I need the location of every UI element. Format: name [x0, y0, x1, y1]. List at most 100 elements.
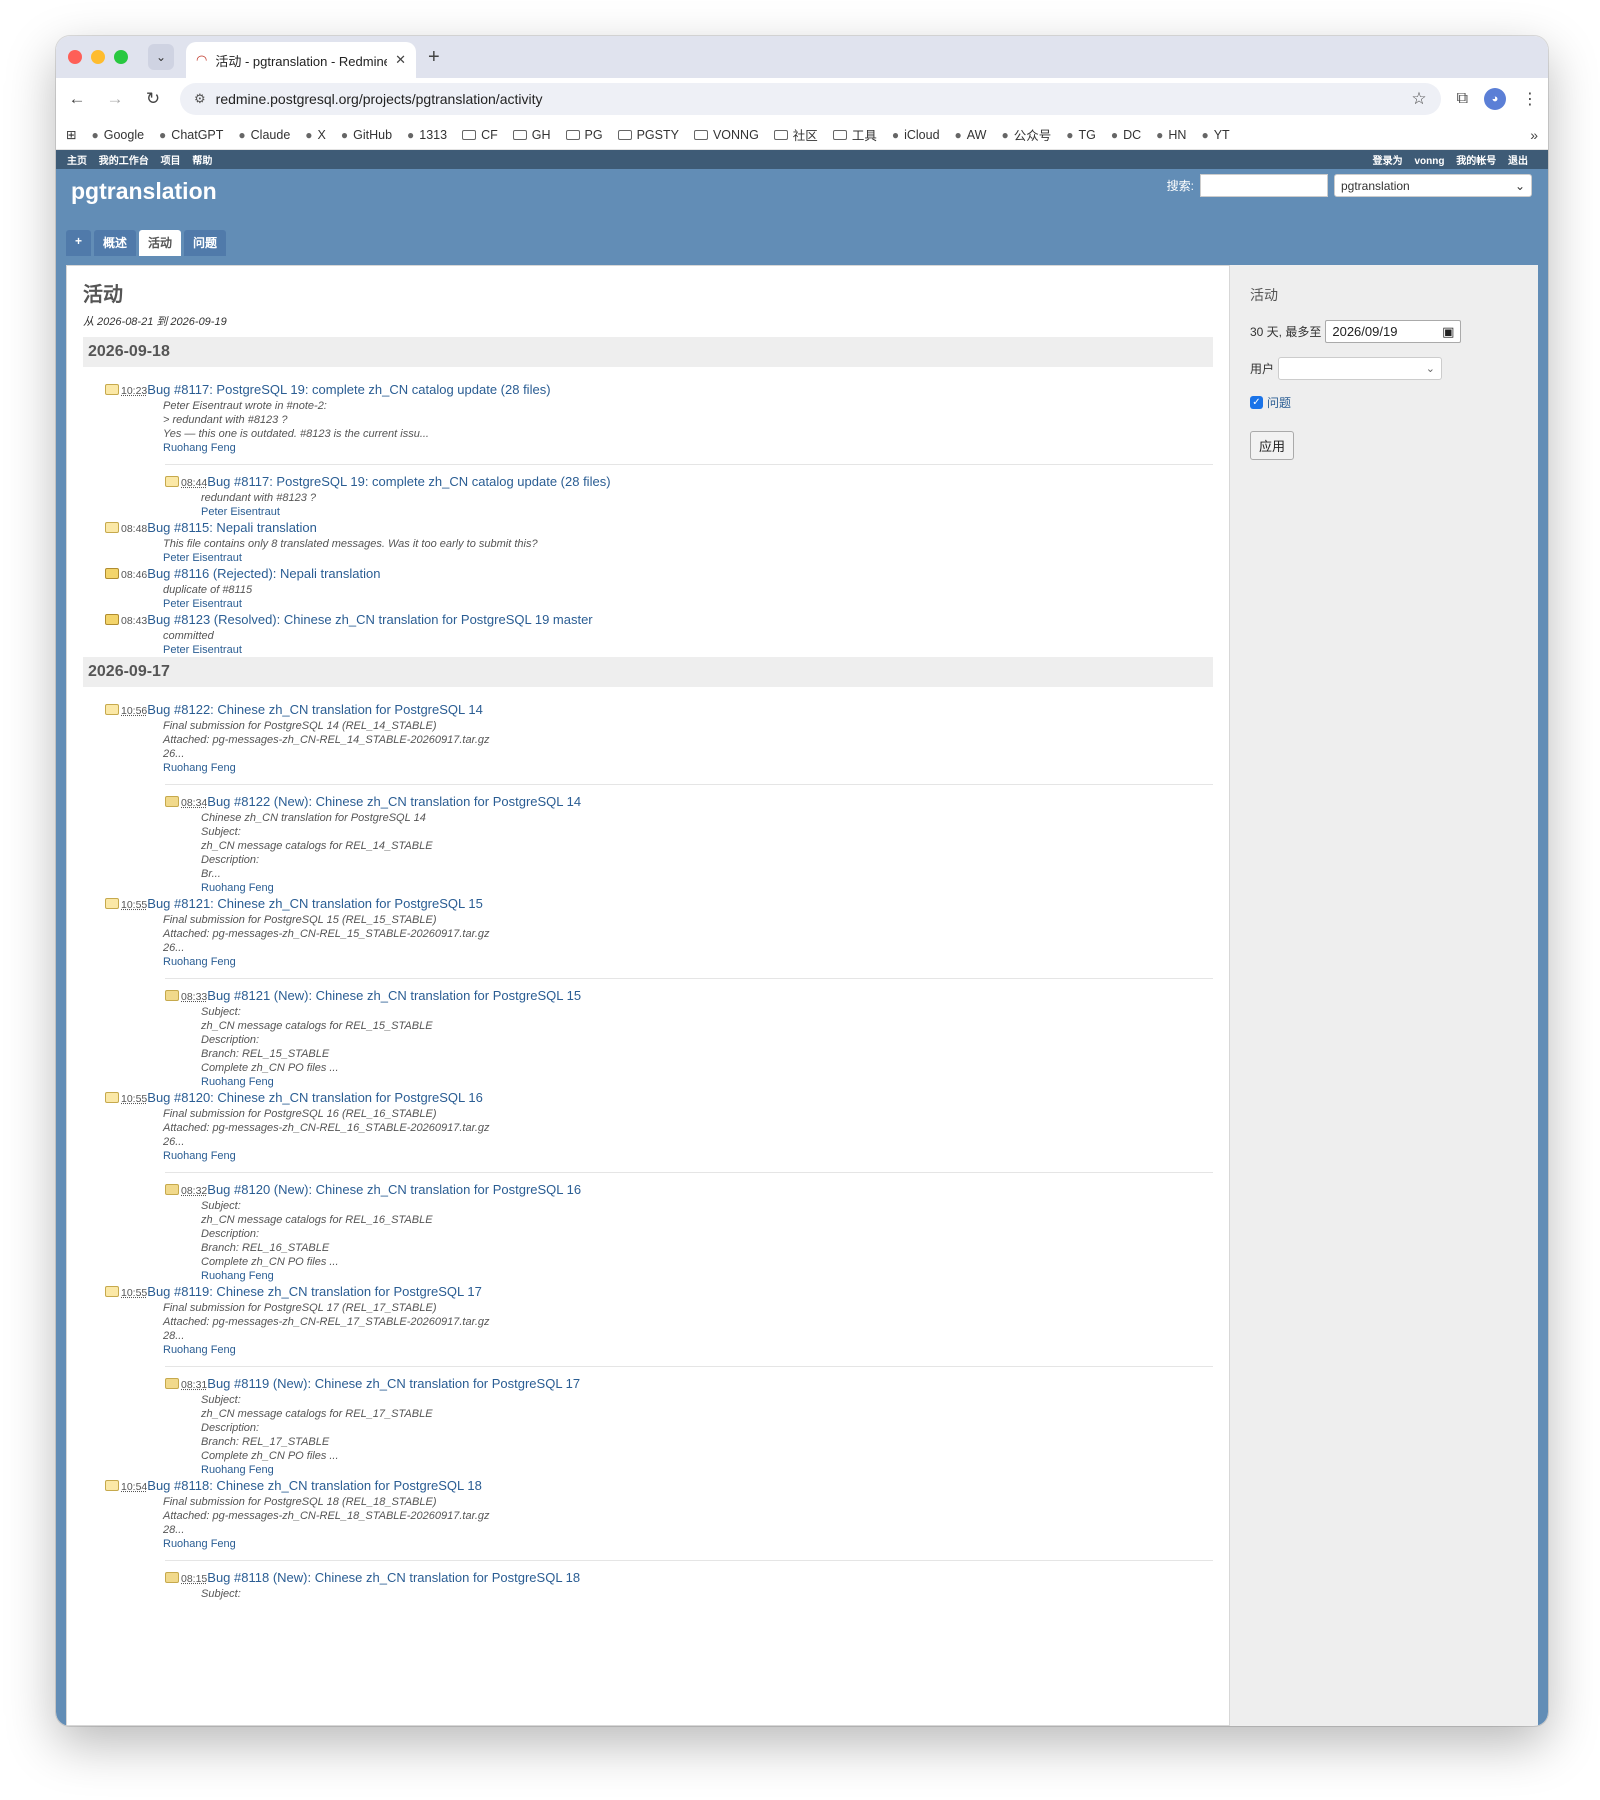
- back-button[interactable]: ←: [66, 89, 88, 109]
- reload-button[interactable]: ↻: [142, 89, 164, 109]
- bookmark-item[interactable]: VONNG: [693, 127, 759, 142]
- entry-author[interactable]: Peter Eisentraut: [163, 597, 1213, 611]
- entry-author[interactable]: Ruohang Feng: [163, 761, 1213, 775]
- apply-button[interactable]: 应用: [1250, 431, 1295, 460]
- tab-overview[interactable]: 概述: [94, 230, 137, 256]
- maximize-window-button[interactable]: [114, 50, 128, 64]
- top-link-logout[interactable]: 退出: [1508, 156, 1528, 167]
- bookmark-item[interactable]: PG: [565, 128, 603, 142]
- browser-menu-icon[interactable]: ⋮: [1522, 89, 1538, 109]
- browser-tab[interactable]: ◠ 活动 - pgtranslation - Redmine ✕: [186, 42, 416, 78]
- issues-checkbox-label[interactable]: 问题: [1267, 394, 1291, 411]
- entry-link[interactable]: Bug #8115: Nepali translation: [147, 520, 317, 535]
- new-tab-button[interactable]: +: [428, 46, 440, 69]
- search-input[interactable]: [1200, 174, 1328, 197]
- entry-link[interactable]: Bug #8117: PostgreSQL 19: complete zh_CN…: [207, 474, 610, 489]
- entry-author[interactable]: Peter Eisentraut: [163, 643, 1213, 657]
- bookmark-item[interactable]: ● X: [305, 128, 326, 142]
- bookmark-item[interactable]: PGSTY: [617, 128, 679, 142]
- entry-author[interactable]: Ruohang Feng: [201, 1269, 1213, 1283]
- user-select[interactable]: ⌄: [1278, 357, 1443, 380]
- entry-link[interactable]: Bug #8117: PostgreSQL 19: complete zh_CN…: [147, 382, 550, 397]
- entry-description: Complete zh_CN PO files ...: [201, 1062, 339, 1074]
- issues-checkbox[interactable]: ✓: [1250, 396, 1263, 409]
- entry-link[interactable]: Bug #8116 (Rejected): Nepali translation: [147, 566, 380, 581]
- entry-author[interactable]: Ruohang Feng: [163, 1149, 1213, 1163]
- tab-title: 活动 - pgtranslation - Redmine: [215, 53, 388, 69]
- bookmark-item[interactable]: ● YT: [1201, 128, 1229, 142]
- bookmark-item[interactable]: CF: [462, 128, 498, 142]
- project-title: pgtranslation: [71, 178, 217, 204]
- entry-link[interactable]: Bug #8122: Chinese zh_CN translation for…: [147, 702, 483, 717]
- entry-time: 10:54: [121, 1481, 148, 1493]
- bookmark-item[interactable]: 工具: [832, 125, 877, 144]
- tab-activity[interactable]: 活动: [139, 230, 182, 256]
- close-tab-icon[interactable]: ✕: [395, 52, 406, 68]
- url-input[interactable]: ⚙ redmine.postgresql.org/projects/pgtran…: [180, 83, 1441, 115]
- entry-description: 28...: [163, 1330, 185, 1342]
- entry-link[interactable]: Bug #8122 (New): Chinese zh_CN translati…: [207, 794, 581, 809]
- calendar-icon[interactable]: ▣: [1442, 324, 1454, 340]
- minimize-window-button[interactable]: [91, 50, 105, 64]
- bookmark-item[interactable]: ● Google: [91, 128, 144, 142]
- top-link-home[interactable]: 主页: [67, 156, 87, 167]
- entry-header: 08:44Bug #8117: PostgreSQL 19: complete …: [165, 473, 1213, 491]
- bookmark-item[interactable]: ● ChatGPT: [159, 128, 223, 142]
- close-window-button[interactable]: [68, 50, 82, 64]
- logged-user[interactable]: vonng: [1414, 156, 1444, 167]
- entry-link[interactable]: Bug #8119 (New): Chinese zh_CN translati…: [207, 1376, 580, 1391]
- entry-link[interactable]: Bug #8120 (New): Chinese zh_CN translati…: [207, 1182, 581, 1197]
- entry-author[interactable]: Ruohang Feng: [201, 1075, 1213, 1089]
- entry-description: > redundant with #8123 ?: [163, 414, 288, 426]
- top-link-my-page[interactable]: 我的工作台: [99, 156, 149, 167]
- child-entry: 08:32Bug #8120 (New): Chinese zh_CN tran…: [165, 1172, 1213, 1283]
- bookmark-item[interactable]: ● DC: [1111, 128, 1141, 142]
- entry-author[interactable]: Peter Eisentraut: [163, 551, 1213, 565]
- entry-link[interactable]: Bug #8120: Chinese zh_CN translation for…: [147, 1090, 483, 1105]
- bookmark-label: VONNG: [712, 127, 759, 142]
- bookmark-item[interactable]: 社区: [773, 125, 818, 144]
- entry-author[interactable]: Ruohang Feng: [201, 881, 1213, 895]
- project-jump-select[interactable]: pgtranslation ⌄: [1334, 174, 1532, 197]
- entry-description: Description:: [201, 854, 260, 866]
- entry-author[interactable]: Ruohang Feng: [163, 1537, 1213, 1551]
- bookmark-item[interactable]: ● TG: [1066, 128, 1096, 142]
- date-input[interactable]: 2026/09/19 ▣: [1325, 320, 1462, 343]
- top-link-projects[interactable]: 项目: [161, 156, 181, 167]
- entry-description: 28...: [163, 1524, 185, 1536]
- extensions-icon[interactable]: ⧉: [1457, 90, 1468, 108]
- bookmark-item[interactable]: ● 1313: [407, 128, 447, 142]
- entry-author[interactable]: Peter Eisentraut: [201, 505, 1213, 519]
- entry-time: 10:55: [121, 899, 148, 911]
- top-link-my-account[interactable]: 我的帐号: [1456, 156, 1496, 167]
- forward-button[interactable]: →: [104, 89, 126, 109]
- entry-link[interactable]: Bug #8123 (Resolved): Chinese zh_CN tran…: [147, 612, 592, 627]
- entry-link[interactable]: Bug #8118 (New): Chinese zh_CN translati…: [207, 1570, 580, 1585]
- tab-new[interactable]: +: [66, 230, 92, 256]
- entry-author[interactable]: Ruohang Feng: [163, 955, 1213, 969]
- entry-author[interactable]: Ruohang Feng: [163, 1343, 1213, 1357]
- bookmark-item[interactable]: ● Claude: [238, 128, 290, 142]
- profile-avatar[interactable]: ◕: [1484, 88, 1506, 110]
- entry-link[interactable]: Bug #8119: Chinese zh_CN translation for…: [147, 1284, 482, 1299]
- entry-author[interactable]: Ruohang Feng: [163, 441, 1213, 455]
- top-link-help[interactable]: 帮助: [192, 156, 212, 167]
- bookmark-item[interactable]: ● HN: [1156, 128, 1186, 142]
- apps-grid-icon[interactable]: ⊞: [66, 127, 76, 142]
- tab-issues[interactable]: 问题: [184, 230, 227, 256]
- entry-author[interactable]: Ruohang Feng: [201, 1463, 1213, 1477]
- entry-link[interactable]: Bug #8121 (New): Chinese zh_CN translati…: [207, 988, 581, 1003]
- entry-header: 10:54Bug #8118: Chinese zh_CN translatio…: [105, 1477, 1213, 1495]
- tab-search-button[interactable]: ⌄: [148, 44, 174, 70]
- site-info-icon[interactable]: ⚙: [194, 91, 206, 107]
- entry-link[interactable]: Bug #8121: Chinese zh_CN translation for…: [147, 896, 483, 911]
- bookmark-item[interactable]: ● 公众号: [1001, 125, 1051, 144]
- bookmark-star-icon[interactable]: ☆: [1411, 89, 1426, 109]
- entry-link[interactable]: Bug #8118: Chinese zh_CN translation for…: [147, 1478, 482, 1493]
- more-bookmarks-icon[interactable]: »: [1530, 127, 1538, 143]
- bookmark-item[interactable]: GH: [512, 128, 551, 142]
- bookmark-item[interactable]: ● GitHub: [341, 128, 392, 142]
- bookmark-label: Google: [103, 127, 145, 142]
- bookmark-item[interactable]: ● AW: [955, 128, 987, 142]
- bookmark-item[interactable]: ● iCloud: [892, 128, 940, 142]
